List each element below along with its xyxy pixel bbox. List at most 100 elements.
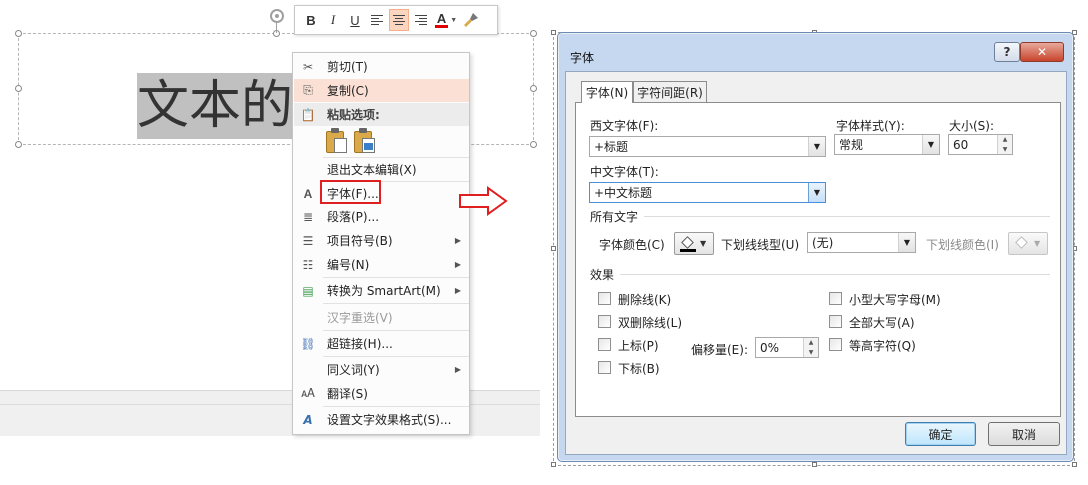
chevron-right-icon: ▶ — [454, 260, 461, 269]
close-button[interactable]: ✕ — [1020, 42, 1064, 62]
selection-handle — [1072, 462, 1077, 467]
subscript-checkbox[interactable] — [598, 361, 611, 374]
arrow-right-icon — [459, 186, 508, 216]
numbering-icon: ☷ — [302, 257, 314, 272]
spin-up-icon[interactable]: ▲ — [804, 338, 818, 348]
font-style-value: 常规 — [839, 138, 864, 152]
bold-button[interactable]: B — [301, 9, 321, 31]
rotate-handle[interactable] — [270, 9, 284, 23]
small-caps-checkbox[interactable] — [829, 292, 842, 305]
menu-item-label: 同义词(Y) — [327, 363, 380, 377]
tab-font[interactable]: 字体(N) — [581, 81, 633, 103]
resize-handle[interactable] — [15, 30, 22, 37]
paste-as-picture-icon[interactable] — [354, 128, 376, 154]
underline-style-value: (无) — [812, 236, 834, 250]
superscript-checkbox[interactable] — [598, 338, 611, 351]
size-spinner[interactable]: 60 ▲ ▼ — [948, 134, 1013, 155]
latin-font-label: 西文字体(F): — [590, 119, 659, 133]
paragraph-icon: ≣ — [302, 209, 314, 224]
size-label: 大小(S): — [949, 119, 995, 133]
resize-handle[interactable] — [530, 85, 537, 92]
align-left-button[interactable] — [367, 9, 387, 31]
align-right-button[interactable] — [411, 9, 431, 31]
tab-character-spacing[interactable]: 字符间距(R) — [633, 81, 707, 102]
menu-item-cut[interactable]: ✂ 剪切(T) — [294, 55, 469, 78]
chevron-right-icon: ▶ — [454, 365, 461, 374]
menu-item-hyperlink[interactable]: ⛓ 超链接(H)... — [294, 332, 469, 355]
menu-item-format-text-effects[interactable]: A 设置文字效果格式(S)... — [294, 408, 469, 431]
translate-icon: 🗚 — [301, 386, 315, 400]
strikethrough-label: 删除线(K) — [618, 293, 672, 307]
menu-item-numbering[interactable]: ☷ 编号(N) ▶ — [294, 253, 469, 276]
menu-item-label: 汉字重选(V) — [327, 311, 393, 325]
underline-color-picker: ▼ — [1008, 232, 1048, 255]
equalize-height-checkbox[interactable] — [829, 338, 842, 351]
strikethrough-checkbox[interactable] — [598, 292, 611, 305]
effects-group-title: 效果 — [590, 268, 615, 282]
resize-handle[interactable] — [15, 141, 22, 148]
menu-item-label: 项目符号(B) — [327, 234, 393, 248]
menu-separator — [323, 303, 469, 304]
resize-handle[interactable] — [530, 30, 537, 37]
font-dialog: 字体 ? ✕ 字体(N) 字符间距(R) 西文字体(F): 字体样式(Y): 大… — [557, 32, 1074, 462]
underline-style-label: 下划线线型(U) — [721, 238, 800, 252]
resize-handle[interactable] — [15, 85, 22, 92]
offset-spinner[interactable]: 0% ▲ ▼ — [755, 337, 819, 358]
all-caps-checkbox[interactable] — [829, 315, 842, 328]
menu-item-exit-text-edit[interactable]: 退出文本编辑(X) — [294, 158, 469, 181]
align-center-button[interactable] — [389, 9, 409, 31]
menu-item-label: 复制(C) — [327, 84, 369, 98]
double-strikethrough-checkbox[interactable] — [598, 315, 611, 328]
dialog-body: 字体(N) 字符间距(R) 西文字体(F): 字体样式(Y): 大小(S): +… — [565, 71, 1067, 455]
font-color-picker[interactable]: ▼ — [674, 232, 714, 255]
chevron-right-icon: ▶ — [454, 286, 461, 295]
selected-slide-text[interactable]: 文本的 — [137, 73, 298, 139]
asian-font-value: +中文标题 — [594, 186, 653, 200]
selection-handle — [551, 462, 556, 467]
paste-keep-text-icon[interactable] — [326, 128, 348, 154]
menu-item-copy[interactable]: ⎘ 复制(C) — [294, 79, 469, 102]
menu-item-synonyms[interactable]: 同义词(Y) ▶ — [294, 358, 469, 381]
menu-item-label: 段落(P)... — [327, 210, 380, 224]
asian-font-select[interactable]: +中文标题 ▼ — [589, 182, 826, 203]
paint-bucket-icon — [1014, 235, 1030, 252]
ok-button[interactable]: 确定 — [905, 422, 976, 446]
italic-button[interactable]: I — [323, 9, 343, 31]
menu-item-label: 退出文本编辑(X) — [327, 163, 417, 177]
spin-down-icon[interactable]: ▼ — [804, 347, 818, 357]
menu-item-translate[interactable]: 🗚 翻译(S) — [294, 382, 469, 405]
menu-item-bullets[interactable]: ☰ 项目符号(B) ▶ — [294, 229, 469, 252]
underline-button[interactable]: U — [345, 9, 365, 31]
menu-item-paragraph[interactable]: ≣ 段落(P)... — [294, 205, 469, 228]
dialog-title: 字体 — [570, 51, 595, 65]
group-divider — [644, 216, 1050, 217]
font-color-button[interactable]: A ▼ — [433, 9, 459, 31]
chevron-down-icon: ▼ — [1034, 239, 1041, 248]
menu-item-smartart[interactable]: ▤ 转换为 SmartArt(M) ▶ — [294, 279, 469, 302]
latin-font-select[interactable]: +标题 ▼ — [589, 136, 826, 157]
context-menu: ✂ 剪切(T) ⎘ 复制(C) 📋 粘贴选项: 退出文本编辑(X) A 字体(F… — [292, 52, 470, 435]
selection-handle — [812, 462, 817, 467]
offset-label: 偏移量(E): — [691, 343, 748, 357]
font-color-label: 字体颜色(C) — [599, 238, 665, 252]
font-style-select[interactable]: 常规 ▼ — [834, 134, 940, 155]
selection-handle — [551, 246, 556, 251]
help-button[interactable]: ? — [994, 42, 1020, 62]
cancel-button[interactable]: 取消 — [988, 422, 1060, 446]
underline-style-select[interactable]: (无) ▼ — [807, 232, 916, 253]
chevron-down-icon: ▼ — [808, 183, 825, 202]
paste-icon: 📋 — [300, 107, 316, 122]
chevron-down-icon: ▼ — [898, 233, 915, 252]
spin-down-icon[interactable]: ▼ — [998, 144, 1012, 154]
align-right-icon — [415, 15, 427, 25]
resize-handle[interactable] — [530, 141, 537, 148]
align-center-icon — [393, 15, 405, 25]
menu-item-reconversion: 汉字重选(V) — [294, 306, 469, 329]
spin-up-icon[interactable]: ▲ — [998, 135, 1012, 145]
offset-value: 0% — [760, 340, 780, 355]
font-icon: A — [303, 186, 313, 201]
format-painter-button[interactable] — [461, 9, 481, 31]
link-icon: ⛓ — [300, 336, 316, 351]
bullets-icon: ☰ — [302, 233, 314, 248]
subscript-label: 下标(B) — [618, 362, 660, 376]
